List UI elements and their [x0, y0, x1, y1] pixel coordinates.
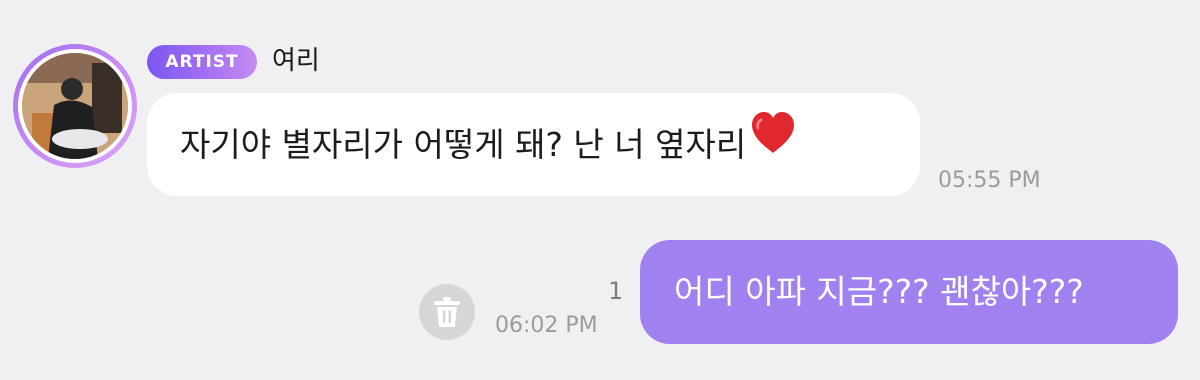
artist-badge: ARTIST: [147, 45, 257, 79]
profile-photo-icon: [22, 53, 128, 159]
avatar[interactable]: [13, 44, 137, 168]
outgoing-message-text: 어디 아파 지금??? 괜찮아???: [674, 272, 1084, 311]
sender-name[interactable]: 여리: [272, 42, 320, 80]
incoming-message-bubble[interactable]: 자기야 별자리가 어떻게 돼? 난 너 옆자리: [147, 93, 920, 196]
incoming-message-text: 자기야 별자리가 어떻게 돼? 난 너 옆자리: [180, 125, 747, 164]
delete-button[interactable]: [419, 284, 475, 340]
trash-icon: [434, 297, 460, 327]
incoming-timestamp: 05:55 PM: [938, 168, 1041, 193]
avatar-photo: [22, 53, 128, 159]
outgoing-timestamp: 06:02 PM: [495, 313, 598, 338]
outgoing-message-bubble[interactable]: 어디 아파 지금??? 괜찮아???: [640, 240, 1178, 344]
avatar-frame: [18, 49, 132, 163]
heart-icon: [750, 92, 796, 195]
unread-count: 1: [608, 277, 624, 305]
